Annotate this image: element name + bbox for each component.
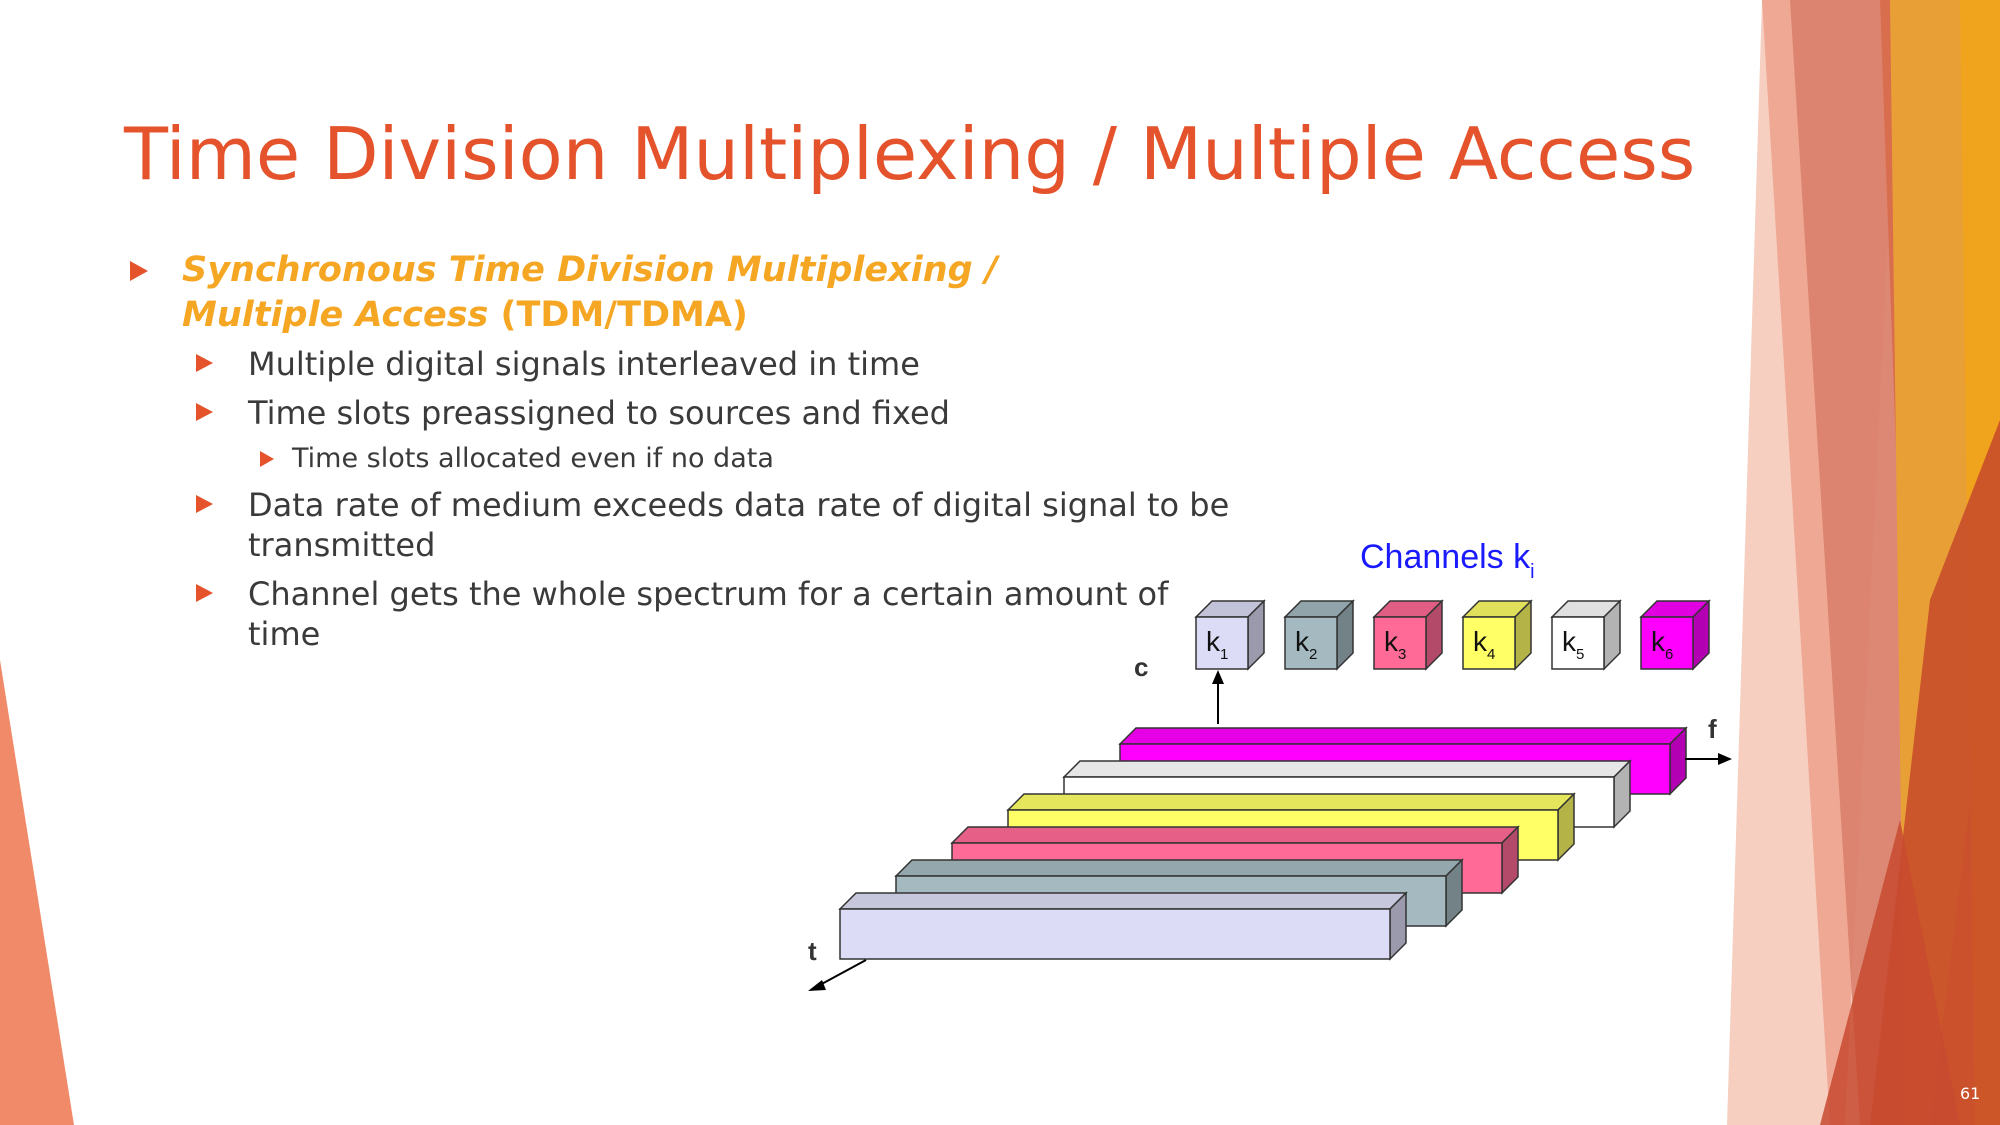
channel-box-k6: k6 [1639,599,1711,671]
t-axis-line [817,959,867,987]
axis-c-label: c [1134,652,1148,682]
diagram-title: Channels ki [1360,538,1535,583]
channel-bars [838,726,1688,961]
channel-boxes: k1 k2 k3 k4 k5 k6 [1194,599,1711,671]
diagram-title-sub: i [1530,561,1534,583]
channel-bar-k1 [838,891,1408,961]
slide: Time Division Multiplexing / Multiple Ac… [0,0,2000,1125]
page-number: 61 [1960,1084,1981,1103]
f-axis-arrow-icon [1718,753,1732,765]
t-axis-arrow-icon [808,980,826,991]
diagram-title-main: Channels k [1360,538,1531,576]
channel-box-k1: k1 [1194,599,1266,671]
c-axis-arrow-icon [1212,670,1224,684]
axis-t-label: t [808,936,817,966]
channel-box-k3: k3 [1372,599,1444,671]
axis-f-label: f [1708,714,1717,744]
channel-box-k2: k2 [1283,599,1355,671]
channel-box-k5: k5 [1550,599,1622,671]
tdma-diagram: Channels ki k1 k2 k3 k4 k5 k6 c f t [808,538,1732,991]
channel-box-k4: k4 [1461,599,1533,671]
